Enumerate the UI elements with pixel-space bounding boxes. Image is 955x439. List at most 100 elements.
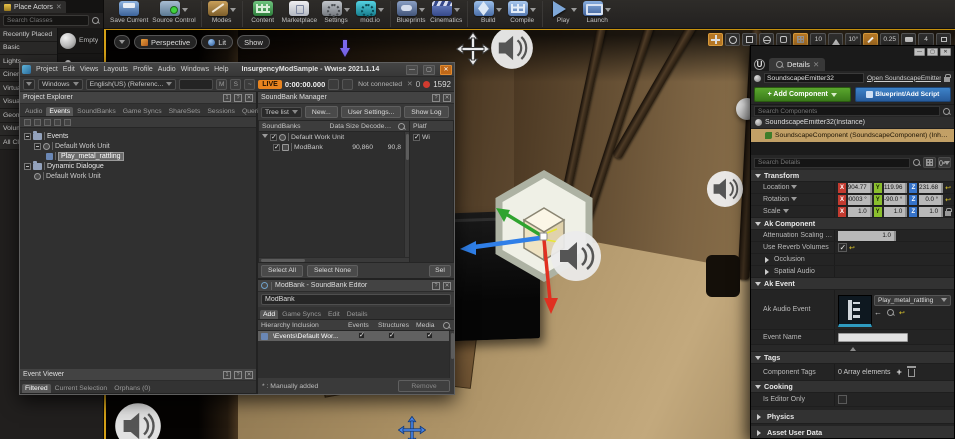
- follow-button[interactable]: [342, 79, 353, 90]
- tree-item-play-metal-rattling[interactable]: Play_metal_rattling: [20, 151, 256, 161]
- details-title-bar[interactable]: — ▢ ✕: [751, 46, 954, 57]
- speaker-billboard-icon[interactable]: [114, 402, 162, 439]
- section-cooking[interactable]: Cooking: [751, 381, 954, 393]
- capture-button[interactable]: [328, 79, 339, 90]
- reset-icon[interactable]: ↩: [945, 196, 951, 204]
- tab-soundbanks[interactable]: SoundBanks: [74, 107, 119, 116]
- column-structures[interactable]: Structures: [378, 322, 414, 329]
- rotation-x-field[interactable]: 0.00003 °: [848, 195, 872, 205]
- location-x-field[interactable]: 2904.77: [848, 183, 872, 193]
- rotation-y-field[interactable]: -90.0 °: [884, 195, 908, 205]
- component-tree-root[interactable]: SoundscapeEmitter32(Instance): [751, 117, 954, 129]
- tab-events[interactable]: Events: [46, 107, 73, 116]
- close-icon[interactable]: ✕: [443, 282, 451, 290]
- menu-edit[interactable]: Edit: [63, 66, 75, 73]
- layout-dropdown[interactable]: [23, 79, 35, 90]
- select-none-button[interactable]: Select None: [307, 265, 358, 277]
- tab-place-actors[interactable]: Place Actors ✕: [0, 1, 66, 13]
- table-row-modbank[interactable]: ModBank 90,860 90,8: [259, 142, 404, 152]
- chevron-down-icon[interactable]: [182, 8, 188, 15]
- expander-icon[interactable]: [24, 163, 31, 170]
- section-asset-user-data[interactable]: Asset User Data: [751, 426, 954, 438]
- scale-x-field[interactable]: 1.0: [848, 207, 872, 217]
- select-all-button[interactable]: Select All: [261, 265, 303, 277]
- menu-help[interactable]: Help: [214, 66, 228, 73]
- attenuation-field[interactable]: 1.0: [838, 231, 896, 241]
- transport-object-field[interactable]: [179, 79, 213, 90]
- tab-details[interactable]: Details ✕: [769, 58, 825, 71]
- platform-dropdown[interactable]: Windows: [38, 79, 83, 90]
- help-icon[interactable]: ?: [432, 94, 440, 102]
- table-row-default-work-unit[interactable]: Default Work Unit: [259, 132, 404, 142]
- platform-row-windows[interactable]: Wi: [410, 132, 453, 142]
- tab-current-selection[interactable]: Current Selection: [52, 384, 111, 393]
- location-y-field[interactable]: 6119.96: [884, 183, 908, 193]
- menu-layouts[interactable]: Layouts: [103, 66, 128, 73]
- property-matrix-button[interactable]: [923, 157, 936, 168]
- close-icon[interactable]: ✕: [443, 94, 451, 102]
- wwise-title-bar[interactable]: Project Edit Views Layouts Profile Audio…: [20, 63, 454, 76]
- lit-mode-button[interactable]: Lit: [201, 35, 233, 49]
- tab-game-syncs[interactable]: Game Syncs: [279, 310, 324, 319]
- events-checkbox[interactable]: [358, 332, 365, 339]
- move-cross-gizmo-icon[interactable]: [456, 32, 490, 66]
- chevron-down-icon[interactable]: [419, 8, 425, 15]
- tree-item-default-work-unit[interactable]: Default Work Unit: [20, 141, 256, 151]
- checkbox[interactable]: [273, 144, 280, 151]
- close-icon[interactable]: ✕: [245, 94, 253, 102]
- column-soundbanks[interactable]: SoundBanks: [262, 123, 321, 130]
- ak-event-dropdown[interactable]: Play_metal_rattling: [874, 295, 951, 306]
- use-selected-icon[interactable]: ←: [874, 308, 882, 317]
- ak-event-thumbnail[interactable]: [838, 295, 872, 327]
- structures-checkbox[interactable]: [388, 332, 395, 339]
- occlusion-row[interactable]: Occlusion: [751, 254, 954, 266]
- add-component-button[interactable]: + Add Component: [754, 87, 851, 102]
- search-classes-input[interactable]: [3, 15, 89, 26]
- build-button[interactable]: Build: [473, 1, 503, 24]
- help-icon[interactable]: ?: [432, 282, 440, 290]
- launch-button[interactable]: Launch: [582, 1, 612, 24]
- select-all-platforms-button[interactable]: Sel: [429, 265, 451, 277]
- tab-sessions[interactable]: Sessions: [204, 107, 238, 116]
- maximize-button[interactable]: ▢: [927, 48, 938, 56]
- section-physics[interactable]: Physics: [751, 410, 954, 424]
- column-media[interactable]: Media: [416, 322, 440, 329]
- open-soundscape-emitter-link[interactable]: Open SoundscapeEmitter: [867, 75, 941, 82]
- soundbank-editor-title-bar[interactable]: ModBank - SoundBank Editor ? ✕: [258, 280, 454, 292]
- section-tags[interactable]: Tags: [751, 352, 954, 364]
- spatial-audio-row[interactable]: Spatial Audio: [751, 266, 954, 278]
- category-basic[interactable]: Basic: [0, 42, 57, 56]
- rotation-z-field[interactable]: 0.0 °: [919, 195, 943, 205]
- list-item-empty-actor[interactable]: Empty: [58, 28, 103, 54]
- save-current-button[interactable]: Save Current: [110, 1, 148, 24]
- chevron-down-icon[interactable]: [530, 8, 536, 15]
- view-mode-dropdown[interactable]: Tree list: [261, 107, 302, 118]
- chevron-down-icon[interactable]: [605, 8, 611, 15]
- close-icon[interactable]: ✕: [813, 60, 819, 69]
- marketplace-button[interactable]: Marketplace: [282, 1, 317, 24]
- table-row-events-default-work-unit[interactable]: \Events\Default Wor...: [258, 331, 449, 341]
- soundscape-emitter-gizmo[interactable]: [458, 148, 630, 326]
- search-icon[interactable]: [397, 122, 406, 131]
- soundbank-manager-title-bar[interactable]: SoundBank Manager ? ✕: [258, 92, 454, 104]
- horizontal-scrollbar[interactable]: [259, 257, 409, 262]
- viewport-options-button[interactable]: [114, 35, 130, 49]
- perspective-button[interactable]: Perspective: [134, 35, 197, 49]
- tab-audio[interactable]: Audio: [22, 107, 45, 116]
- show-log-button[interactable]: Show Log: [404, 106, 448, 118]
- event-viewer-title-bar[interactable]: Event Viewer 1 ? ✕: [20, 369, 256, 381]
- is-editor-only-checkbox[interactable]: [838, 395, 847, 404]
- vertical-scrollbar[interactable]: [449, 331, 454, 378]
- close-icon[interactable]: ✕: [56, 3, 62, 11]
- soundbank-name-input[interactable]: [261, 294, 451, 305]
- minimize-button[interactable]: —: [406, 65, 418, 75]
- reset-icon[interactable]: ↩: [849, 244, 855, 252]
- location-label[interactable]: Location: [751, 182, 835, 193]
- column-data-size[interactable]: Data Size: [323, 123, 359, 130]
- browse-icon[interactable]: [886, 308, 895, 317]
- trash-icon[interactable]: [908, 369, 915, 377]
- column-hierarchy-inclusion[interactable]: Hierarchy Inclusion: [261, 322, 346, 329]
- attenuation-label[interactable]: Attenuation Scaling Facto: [751, 230, 835, 241]
- up-level-icon[interactable]: [54, 119, 61, 126]
- project-explorer-title-bar[interactable]: Project Explorer 1 ? ✕: [20, 92, 256, 104]
